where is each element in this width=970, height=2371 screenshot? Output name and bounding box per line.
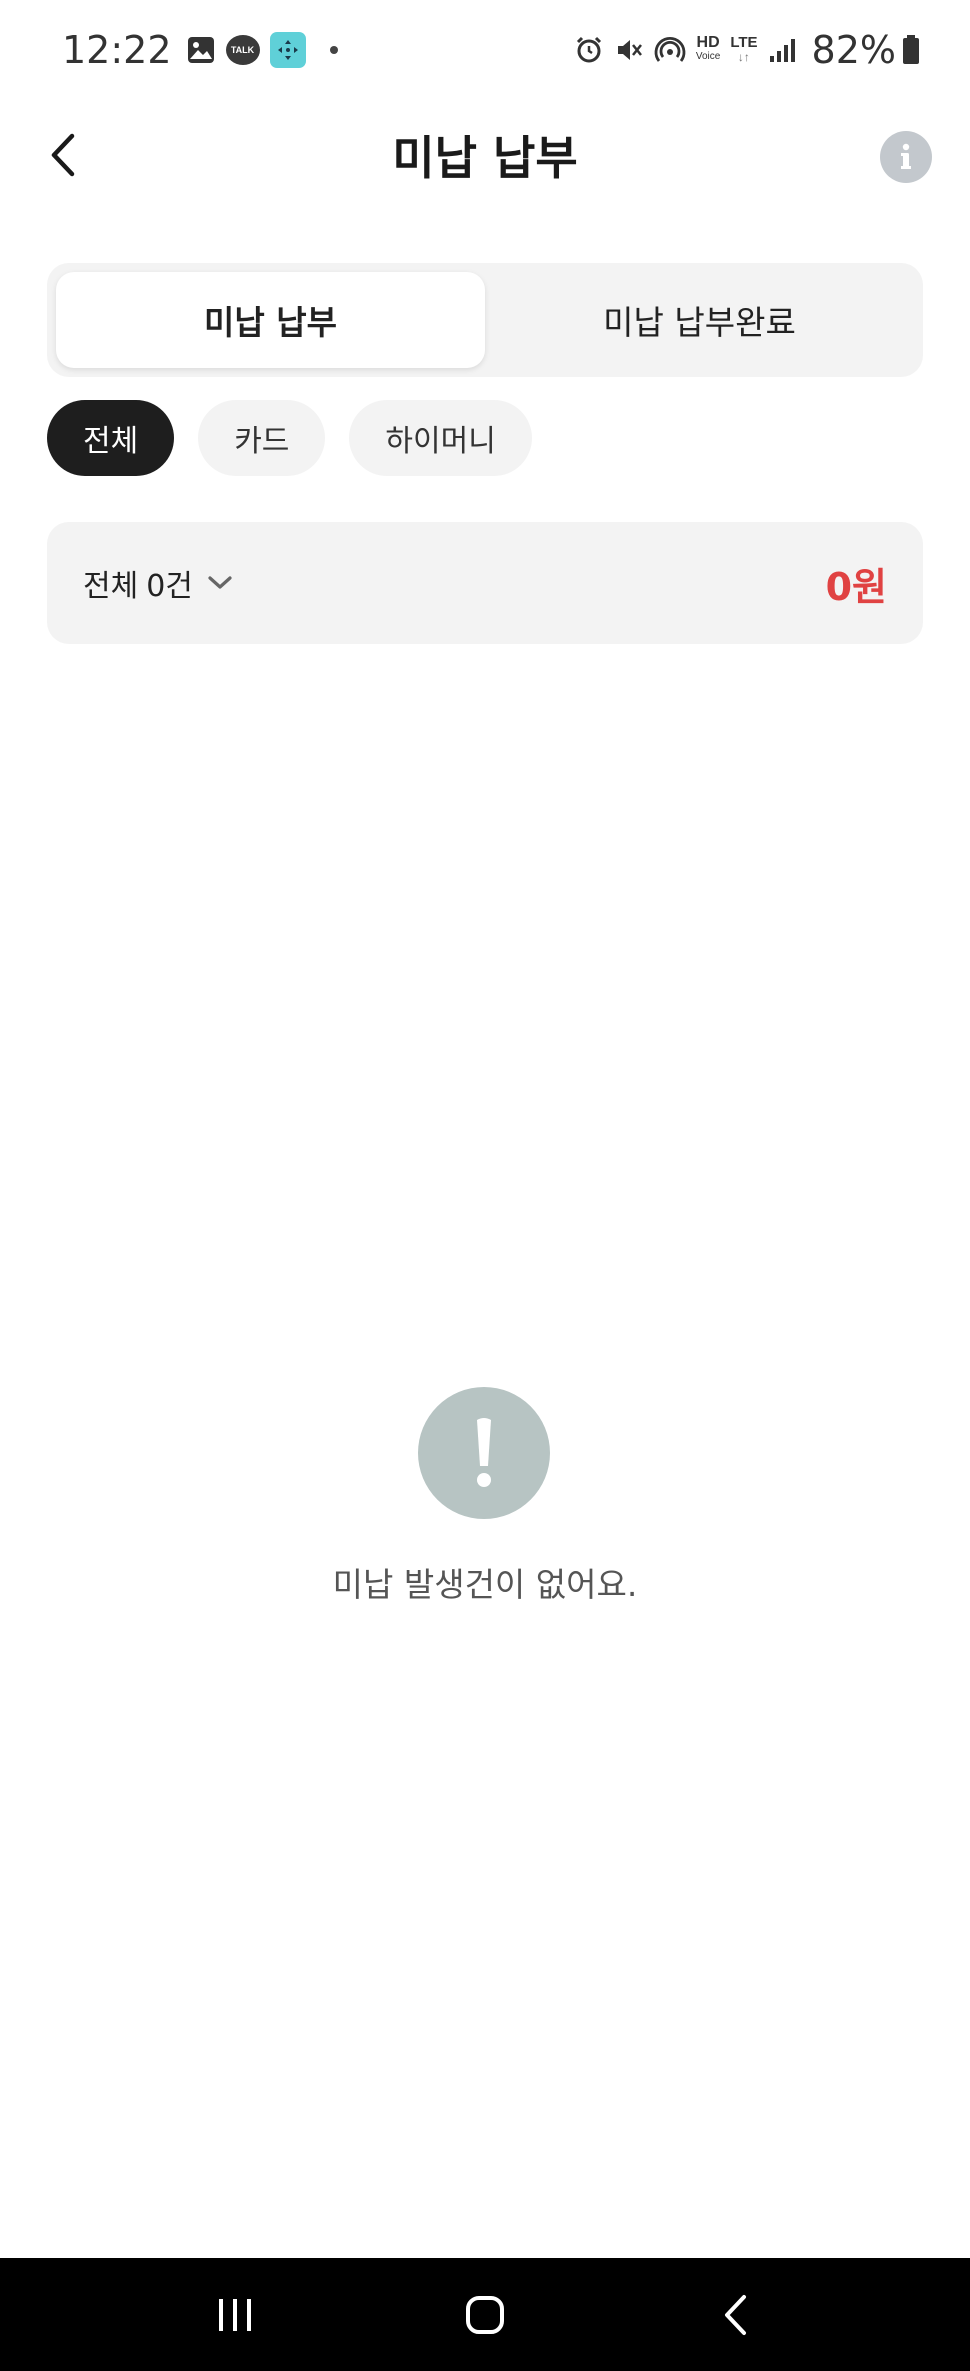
hd-sub: Voice [695,51,721,62]
page: 12:22 TALK HD Voice LTE ↓↑ 82% 미납 납부 미납 … [0,0,970,2371]
home-button[interactable] [440,2270,530,2360]
back-arrow-icon [51,133,75,177]
status-left: 12:22 TALK [62,28,338,72]
exclamation-icon [418,1387,550,1519]
recent-apps-button[interactable] [190,2270,280,2360]
signal-icon [768,36,796,64]
chevron-down-icon [207,575,233,591]
alarm-icon [574,35,604,65]
battery-percent: 82% [811,28,896,72]
battery-icon [902,35,920,65]
summary-amount: 0원 [825,564,887,609]
lte-sub: ↓↑ [737,50,750,64]
hotspot-icon [654,35,686,65]
lte-label: LTE [730,34,758,51]
tab-unpaid-payment[interactable]: 미납 납부 [56,272,485,368]
app-icon [269,32,306,68]
status-bar: 12:22 TALK HD Voice LTE ↓↑ 82% [0,0,970,100]
notification-dot [329,46,338,54]
summary-label: 전체 [83,569,139,604]
back-button[interactable] [40,128,84,182]
lte-icon: LTE ↓↑ [730,34,758,64]
status-time: 12:22 [62,28,172,72]
back-icon [725,2294,746,2335]
empty-state-message: 미납 발생건이 없어요. [332,1565,638,1604]
summary-filter-dropdown[interactable]: 전체 0건 [83,561,233,605]
chip-himoney[interactable]: 하이머니 [349,400,532,476]
kakaotalk-icon: TALK [225,35,260,65]
talk-label: TALK [225,35,260,65]
chip-card[interactable]: 카드 [198,400,326,476]
home-icon [466,2295,504,2334]
info-button[interactable] [880,131,932,183]
tab-unpaid-completed[interactable]: 미납 납부완료 [485,272,914,368]
system-back-button[interactable] [690,2270,780,2360]
filter-chips: 전체 카드 하이머니 [47,400,556,476]
header: 미납 납부 [0,110,970,200]
status-right: HD Voice LTE ↓↑ 82% [574,28,930,72]
recent-apps-icon [219,2298,251,2331]
image-icon [186,35,216,65]
summary-count: 0건 [146,569,193,604]
hd-voice-icon: HD Voice [695,34,721,64]
info-icon [901,143,911,169]
system-nav-bar [0,2258,970,2371]
mute-icon [614,35,644,65]
page-title: 미납 납부 [392,131,578,185]
chip-all[interactable]: 전체 [47,400,175,476]
segmented-tabs: 미납 납부 미납 납부완료 [47,263,923,377]
summary-bar: 전체 0건 0원 [47,522,923,644]
hd-label: HD [696,34,720,51]
